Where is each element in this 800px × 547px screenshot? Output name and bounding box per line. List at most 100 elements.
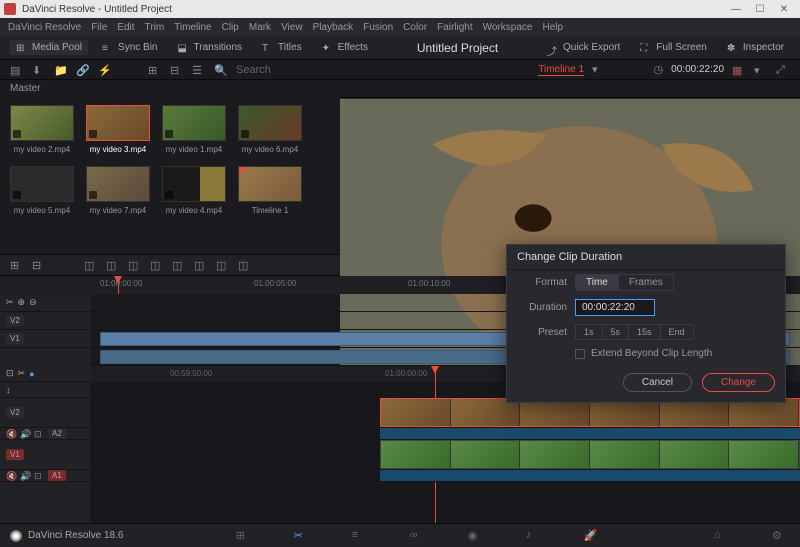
extend-label: Extend Beyond Clip Length bbox=[591, 348, 712, 359]
change-clip-duration-dialog: Change Clip Duration Format Time Frames … bbox=[506, 244, 786, 403]
track-a1[interactable] bbox=[90, 470, 800, 482]
menu-fusion[interactable]: Fusion bbox=[363, 22, 393, 33]
extend-checkbox-row[interactable]: Extend Beyond Clip Length bbox=[507, 344, 785, 363]
folder-icon[interactable]: 📁 bbox=[54, 64, 68, 76]
preset-1s[interactable]: 1s bbox=[576, 325, 603, 339]
menu-fairlight[interactable]: Fairlight bbox=[437, 22, 473, 33]
media-clip[interactable]: my video 3.mp4 bbox=[86, 105, 150, 154]
page-navigation: DaVinci Resolve 18.6 ⊞ ✂ ≡ ∞ ◉ ♪ 🚀 ⌂ ⚙ bbox=[0, 523, 800, 547]
media-pool-button[interactable]: ⊞Media Pool bbox=[10, 40, 88, 55]
track-head-v1[interactable]: V1 bbox=[0, 440, 90, 470]
preset-end[interactable]: End bbox=[661, 325, 693, 339]
media-clip[interactable]: my video 1.mp4 bbox=[162, 105, 226, 154]
format-segmented[interactable]: Time Frames bbox=[575, 274, 674, 291]
clip-v1[interactable] bbox=[380, 440, 800, 469]
duration-input[interactable] bbox=[575, 299, 655, 316]
track-head-v2[interactable]: V2 bbox=[0, 398, 90, 428]
tool-icon[interactable]: ◫ bbox=[216, 259, 228, 271]
settings-icon[interactable]: ⚙ bbox=[772, 529, 790, 543]
audio-clip[interactable] bbox=[380, 470, 800, 481]
fusion-page-icon[interactable]: ∞ bbox=[410, 529, 428, 543]
format-time[interactable]: Time bbox=[576, 275, 619, 290]
maximize-button[interactable]: ☐ bbox=[748, 4, 772, 15]
tool-icon[interactable]: ◫ bbox=[128, 259, 140, 271]
tool-icon[interactable]: ◫ bbox=[194, 259, 206, 271]
import-icon[interactable]: ⬇ bbox=[32, 64, 46, 76]
menu-file[interactable]: File bbox=[91, 22, 107, 33]
track-head-a1[interactable]: 🔇🔊⊡A1 bbox=[0, 470, 90, 482]
media-clip[interactable]: my video 6.mp4 bbox=[238, 105, 302, 154]
quick-export-button[interactable]: ⤴Quick Export bbox=[541, 40, 626, 55]
menu-mark[interactable]: Mark bbox=[249, 22, 271, 33]
media-page-icon[interactable]: ⊞ bbox=[236, 529, 254, 543]
tool-icon[interactable]: ◫ bbox=[238, 259, 250, 271]
preset-15s[interactable]: 15s bbox=[629, 325, 661, 339]
cut-page-icon[interactable]: ✂ bbox=[294, 529, 312, 543]
track-a2[interactable] bbox=[90, 428, 800, 440]
effects-button[interactable]: ✦Effects bbox=[316, 40, 374, 55]
tool-icon[interactable]: ◫ bbox=[84, 259, 96, 271]
menu-clip[interactable]: Clip bbox=[222, 22, 239, 33]
viewer-expand-icon[interactable]: ⤢ bbox=[776, 64, 790, 76]
transitions-button[interactable]: ⬓Transitions bbox=[172, 40, 249, 55]
menu-color[interactable]: Color bbox=[403, 22, 427, 33]
cancel-button[interactable]: Cancel bbox=[623, 373, 692, 392]
tool-icon[interactable]: ◫ bbox=[150, 259, 162, 271]
change-button[interactable]: Change bbox=[702, 373, 775, 392]
track-head-v2[interactable]: V2 bbox=[0, 312, 90, 330]
top-toolbar: ⊞Media Pool ≡Sync Bin ⬓Transitions TTitl… bbox=[0, 36, 800, 60]
list-view-icon[interactable]: ▤ bbox=[10, 64, 24, 76]
action-icon[interactable]: ⚡ bbox=[98, 64, 112, 76]
menu-davinci-resolve[interactable]: DaVinci Resolve bbox=[8, 22, 81, 33]
thumb-view-icon[interactable]: ⊞ bbox=[148, 64, 162, 76]
menu-edit[interactable]: Edit bbox=[117, 22, 134, 33]
lower-tools2: ↕ bbox=[0, 382, 90, 398]
titles-button[interactable]: TTitles bbox=[256, 40, 308, 55]
media-clip[interactable]: my video 2.mp4 bbox=[10, 105, 74, 154]
link-icon[interactable]: 🔗 bbox=[76, 64, 90, 76]
close-button[interactable]: ✕ bbox=[772, 4, 796, 15]
grid-view-icon[interactable]: ⊟ bbox=[170, 64, 184, 76]
timeline-name[interactable]: Timeline 1 bbox=[538, 64, 584, 76]
list-icon[interactable]: ☰ bbox=[192, 64, 206, 76]
search-icon[interactable]: 🔍 bbox=[214, 64, 228, 76]
preset-5s[interactable]: 5s bbox=[603, 325, 630, 339]
viewer-opt-icon[interactable]: ▦ bbox=[732, 64, 746, 76]
menu-timeline[interactable]: Timeline bbox=[174, 22, 211, 33]
media-clip[interactable]: Timeline 1 bbox=[238, 166, 302, 215]
edit-page-icon[interactable]: ≡ bbox=[352, 529, 370, 543]
media-clip[interactable]: my video 5.mp4 bbox=[10, 166, 74, 215]
color-page-icon[interactable]: ◉ bbox=[468, 529, 486, 543]
checkbox-icon[interactable] bbox=[575, 349, 585, 359]
menu-workspace[interactable]: Workspace bbox=[483, 22, 533, 33]
full-screen-button[interactable]: ⛶Full Screen bbox=[634, 40, 713, 55]
tool-icon[interactable]: ⊞ bbox=[10, 259, 22, 271]
track-head-a2[interactable]: 🔇🔊⊡A2 bbox=[0, 428, 90, 440]
fairlight-page-icon[interactable]: ♪ bbox=[526, 529, 544, 543]
track-head-v1[interactable]: V1 bbox=[0, 330, 90, 348]
master-bin-label[interactable]: Master bbox=[0, 80, 800, 97]
window-title: DaVinci Resolve - Untitled Project bbox=[22, 4, 172, 15]
minimize-button[interactable]: — bbox=[724, 4, 748, 15]
menu-view[interactable]: View bbox=[281, 22, 303, 33]
sync-bin-button[interactable]: ≡Sync Bin bbox=[96, 40, 163, 55]
viewer-opt2-icon[interactable]: ▾ bbox=[754, 64, 768, 76]
deliver-page-icon[interactable]: 🚀 bbox=[584, 529, 602, 543]
tool-icon[interactable]: ◫ bbox=[172, 259, 184, 271]
media-clip[interactable]: my video 4.mp4 bbox=[162, 166, 226, 215]
menu-help[interactable]: Help bbox=[542, 22, 563, 33]
tool-icon[interactable]: ⊟ bbox=[32, 259, 44, 271]
app-version: DaVinci Resolve 18.6 bbox=[10, 530, 123, 542]
tool-icon[interactable]: ◫ bbox=[106, 259, 118, 271]
search-input[interactable]: Search bbox=[236, 64, 271, 76]
track-v1[interactable] bbox=[90, 440, 800, 470]
audio-clip[interactable] bbox=[380, 428, 800, 439]
format-frames[interactable]: Frames bbox=[619, 275, 673, 290]
inspector-button[interactable]: ✽Inspector bbox=[721, 40, 790, 55]
media-clip[interactable]: my video 7.mp4 bbox=[86, 166, 150, 215]
menu-trim[interactable]: Trim bbox=[145, 22, 165, 33]
home-icon[interactable]: ⌂ bbox=[714, 529, 732, 543]
menu-bar: DaVinci Resolve File Edit Trim Timeline Clip M… bbox=[0, 18, 800, 36]
format-label: Format bbox=[517, 277, 567, 288]
menu-playback[interactable]: Playback bbox=[313, 22, 354, 33]
